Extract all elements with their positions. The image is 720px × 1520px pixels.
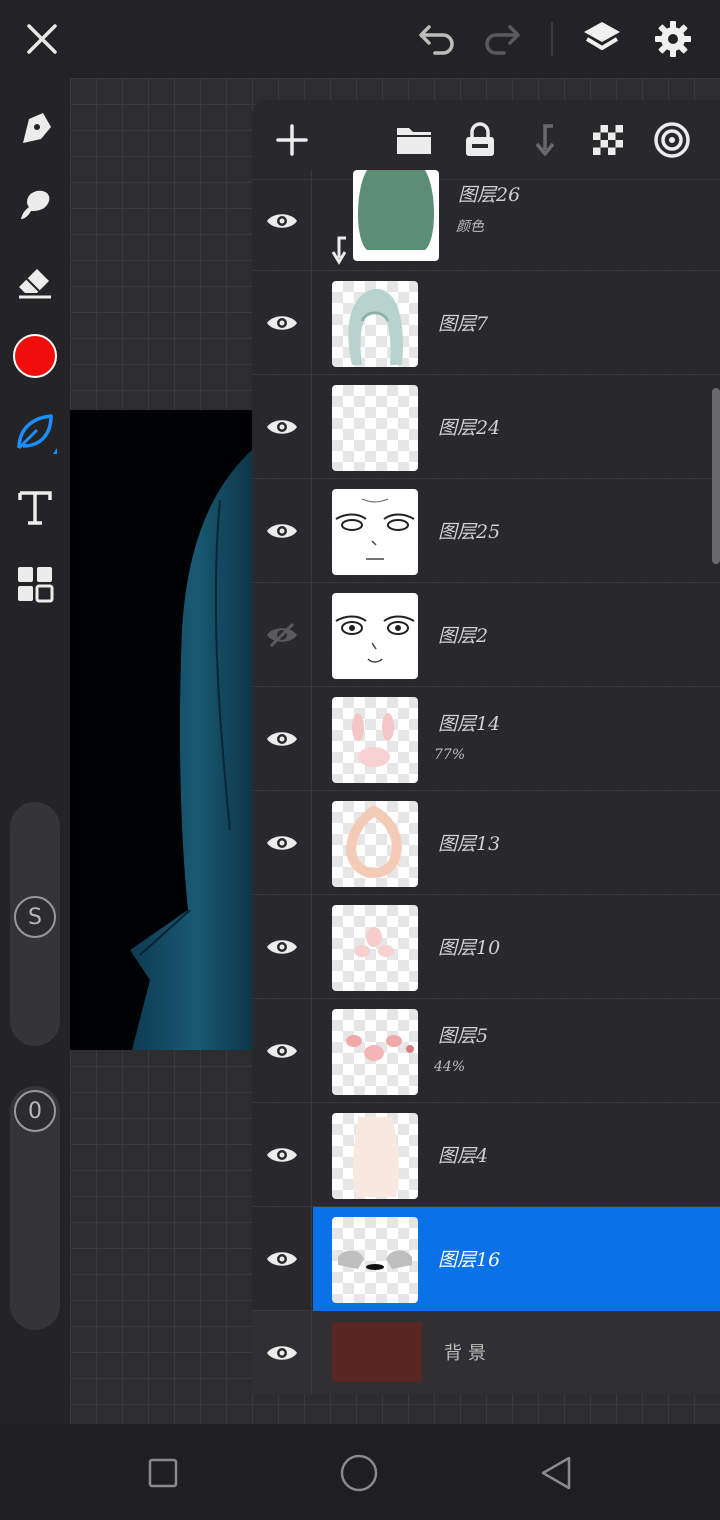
layer-thumbnail [332, 1113, 418, 1199]
eye-hidden-icon[interactable] [252, 583, 312, 687]
layer-name: 图层5 [438, 1025, 489, 1047]
layer-thumbnail [332, 697, 418, 783]
eye-icon[interactable] [252, 791, 312, 895]
layer-thumbnail [332, 489, 418, 575]
opacity-label: 0 [28, 1098, 42, 1124]
eye-icon[interactable] [252, 170, 312, 271]
grid-icon[interactable] [10, 559, 60, 609]
left-toolbar: S 0 [0, 78, 70, 1424]
brush-opacity-slider[interactable]: 0 [10, 1086, 60, 1330]
size-label: S [28, 904, 42, 930]
layer-name: 图层24 [438, 417, 501, 439]
layer-row[interactable]: 图层14 77% [252, 687, 720, 791]
layer-name: 图层13 [438, 833, 501, 855]
layer-row[interactable]: 图层25 [252, 479, 720, 583]
eye-icon[interactable] [252, 479, 312, 583]
color-swatch[interactable] [10, 331, 60, 381]
eye-icon[interactable] [252, 895, 312, 999]
clip-arrow-icon [331, 236, 347, 265]
size-knob[interactable]: S [14, 896, 56, 938]
layer-thumbnail [353, 170, 439, 261]
clip-icon[interactable] [520, 116, 568, 164]
toolbar-divider [551, 22, 553, 56]
layer-thumbnail [332, 385, 418, 471]
layer-thumbnail [332, 801, 418, 887]
add-layer-icon[interactable] [268, 116, 316, 164]
layer-row[interactable]: 图层7 [252, 271, 720, 375]
layer-row[interactable]: 图层24 [252, 375, 720, 479]
current-color [13, 334, 57, 378]
gear-icon[interactable] [648, 14, 698, 64]
system-nav-bar [0, 1424, 720, 1520]
layer-thumbnail [332, 1009, 418, 1095]
layer-opacity: 77% [434, 747, 466, 763]
layer-name: 图层10 [438, 937, 501, 959]
layer-opacity: 44% [434, 1059, 466, 1075]
layer-row[interactable]: 图层2 [252, 583, 720, 687]
layer-scrollbar[interactable] [712, 388, 720, 564]
layer-thumbnail [332, 1322, 422, 1382]
artboard[interactable] [70, 410, 260, 1050]
folder-icon[interactable] [390, 116, 438, 164]
transparency-icon[interactable] [584, 116, 632, 164]
layer-name: 背景 [444, 1343, 492, 1364]
layer-thumbnail [332, 281, 418, 367]
redo-icon[interactable] [477, 14, 527, 64]
layers-panel: 图层26 颜色 图层7 图层24 图层25 图层2 图层14 77% 图层13 … [252, 100, 720, 1394]
undo-icon[interactable] [412, 14, 462, 64]
lock-icon[interactable] [456, 116, 504, 164]
eye-icon[interactable] [252, 1311, 312, 1394]
blend-icon[interactable] [648, 116, 696, 164]
close-icon[interactable] [17, 14, 67, 64]
home-icon[interactable] [334, 1448, 384, 1498]
layer-name: 图层26 [458, 184, 521, 206]
eye-icon[interactable] [252, 1103, 312, 1207]
eye-icon[interactable] [252, 999, 312, 1103]
text-icon[interactable] [10, 483, 60, 533]
pen-icon[interactable] [10, 104, 60, 154]
layer-thumbnail [332, 593, 418, 679]
layer-name: 图层14 [438, 713, 501, 735]
layer-thumbnail [332, 905, 418, 991]
layer-name: 图层25 [438, 521, 501, 543]
recents-icon[interactable] [138, 1448, 188, 1498]
layer-row[interactable]: 图层5 44% [252, 999, 720, 1103]
layer-row[interactable]: 背景 [252, 1311, 720, 1394]
eye-icon[interactable] [252, 375, 312, 479]
brush-size-slider[interactable]: S [10, 802, 60, 1046]
layer-name: 图层2 [438, 625, 489, 647]
layer-row[interactable]: 图层4 [252, 1103, 720, 1207]
layer-row[interactable]: 图层10 [252, 895, 720, 999]
layer-row[interactable]: 图层26 颜色 [252, 170, 720, 271]
layer-name: 图层16 [438, 1249, 501, 1271]
eye-icon[interactable] [252, 687, 312, 791]
eye-icon[interactable] [252, 1207, 312, 1311]
leaf-brush-icon[interactable] [10, 407, 60, 457]
layer-toolbar [252, 100, 720, 180]
layer-name: 图层7 [438, 313, 489, 335]
layer-thumbnail [332, 1217, 418, 1303]
top-bar [0, 0, 720, 78]
back-icon[interactable] [531, 1448, 581, 1498]
layer-name: 图层4 [438, 1145, 489, 1167]
smudge-icon[interactable] [10, 180, 60, 230]
layer-blend-mode: 颜色 [456, 219, 484, 235]
opacity-knob[interactable]: 0 [14, 1090, 56, 1132]
eye-icon[interactable] [252, 271, 312, 375]
eraser-icon[interactable] [10, 256, 60, 306]
layer-row-selected[interactable]: 图层16 [252, 1207, 720, 1311]
layer-row[interactable]: 图层13 [252, 791, 720, 895]
layers-icon[interactable] [577, 14, 627, 64]
